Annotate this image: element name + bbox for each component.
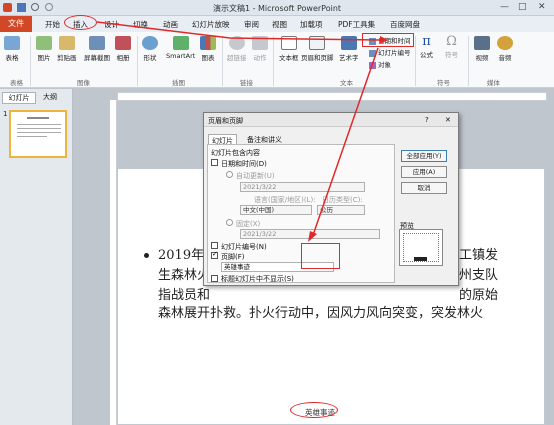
annotation-arrows — [96, 21, 388, 242]
